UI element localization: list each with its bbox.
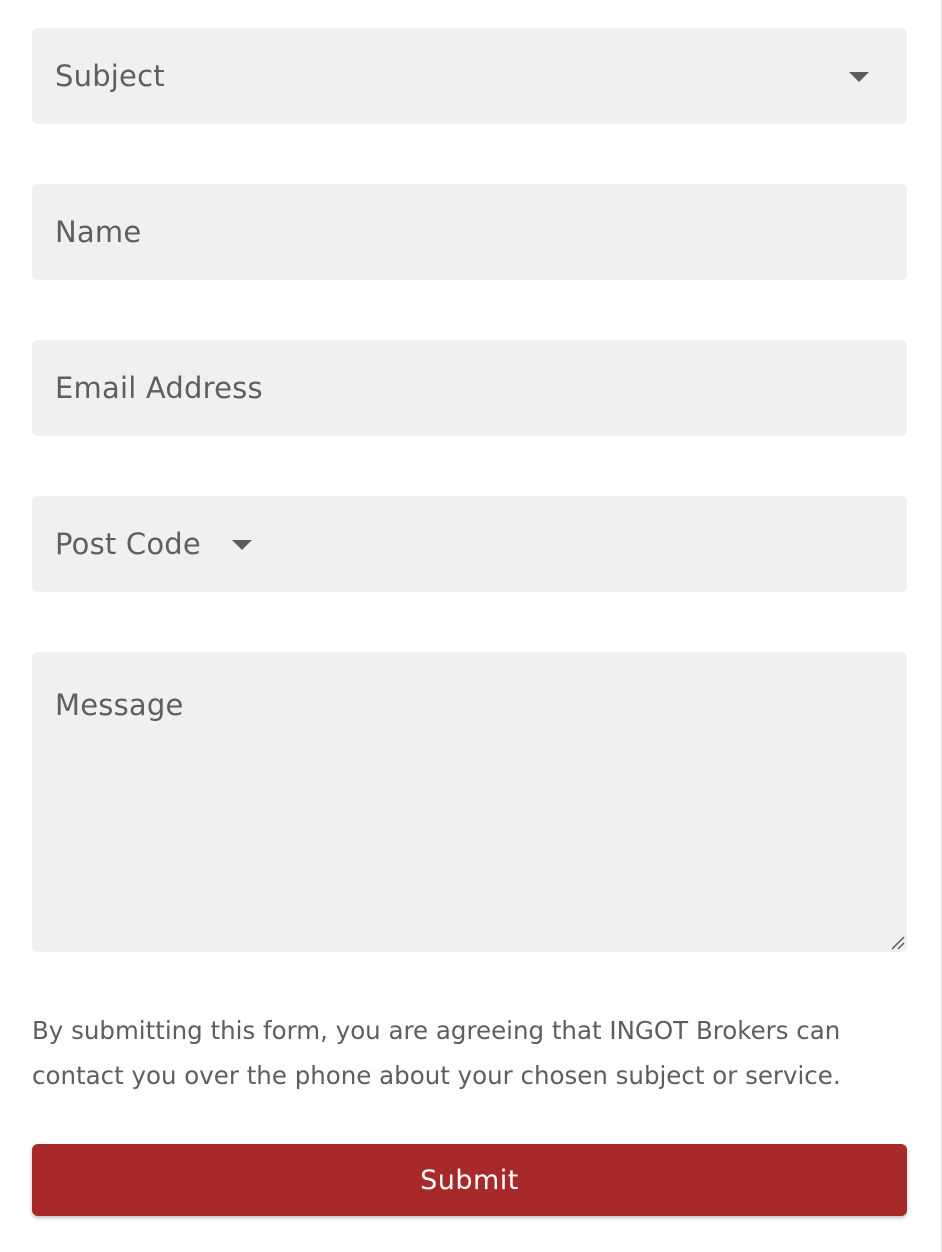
submit-button[interactable]: Submit (32, 1144, 907, 1216)
chevron-down-icon (849, 72, 869, 82)
consent-text: By submitting this form, you are agreein… (32, 1016, 841, 1090)
message-textarea[interactable]: Message (32, 652, 907, 952)
subject-select[interactable]: Subject (32, 28, 907, 124)
name-input-placeholder: Name (55, 215, 142, 249)
email-input-placeholder: Email Address (55, 371, 263, 405)
subject-select-label: Subject (55, 59, 165, 93)
message-textarea-placeholder: Message (55, 688, 184, 722)
resize-handle-icon[interactable] (889, 934, 905, 950)
post-code-select-label: Post Code (55, 527, 201, 561)
email-input[interactable]: Email Address (32, 340, 907, 436)
name-input[interactable]: Name (32, 184, 907, 280)
contact-form: Subject Name Email Address Post Code Mes… (32, 28, 907, 1216)
chevron-down-icon (231, 540, 252, 550)
post-code-select[interactable]: Post Code (32, 496, 907, 592)
